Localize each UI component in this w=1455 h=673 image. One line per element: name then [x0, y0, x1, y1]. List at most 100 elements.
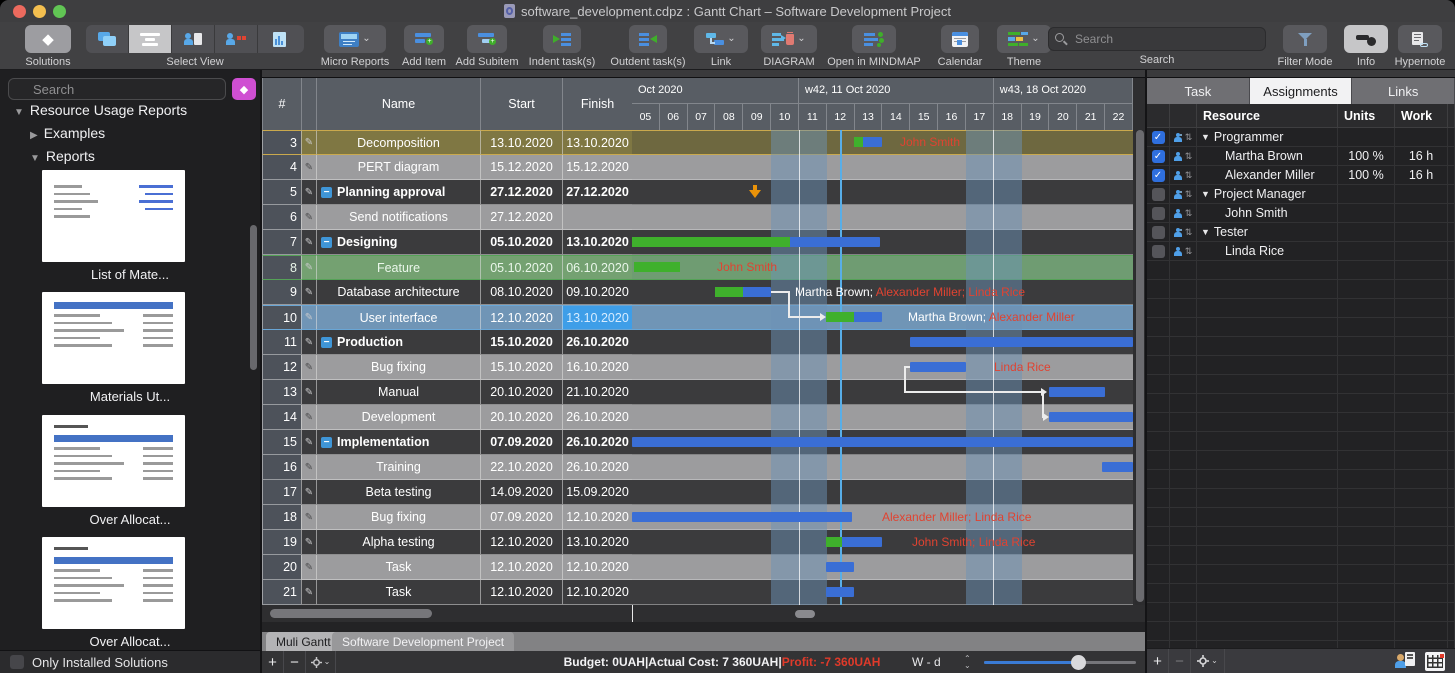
zoom-slider-knob[interactable] [1071, 655, 1086, 670]
gantt-bar[interactable] [632, 437, 1133, 447]
empty-resource-row[interactable] [1147, 603, 1455, 622]
empty-resource-row[interactable] [1147, 622, 1455, 641]
task-finish-cell[interactable]: 13.10.2020 [562, 530, 632, 555]
task-start-cell[interactable]: 14.09.2020 [480, 480, 562, 505]
task-finish-cell[interactable] [562, 205, 632, 230]
task-name-cell[interactable]: −Production [316, 330, 480, 355]
add-item-button[interactable]: + Add Item [396, 25, 452, 68]
day-cell[interactable]: 09 [743, 104, 771, 130]
task-start-cell[interactable]: 15.10.2020 [480, 355, 562, 380]
resource-row[interactable]: ⇅Linda Rice [1147, 242, 1455, 261]
resource-work-cell[interactable]: 16 h [1395, 147, 1448, 165]
sort-arrows-icon[interactable]: ⇅ [1185, 227, 1193, 238]
task-finish-cell[interactable]: 12.10.2020 [562, 505, 632, 530]
resource-name-cell[interactable]: Alexander Miller [1197, 166, 1338, 184]
resource-name-cell[interactable]: John Smith [1197, 204, 1338, 222]
add-subitem-button[interactable]: + Add Subitem [452, 25, 522, 68]
gantt-bar[interactable] [715, 287, 771, 297]
task-name-cell[interactable]: Manual [316, 380, 480, 405]
day-cell[interactable]: 08 [715, 104, 743, 130]
resource-name-cell[interactable]: ▼Tester [1197, 223, 1338, 241]
sidebar-tree-item-examples[interactable]: ▶Examples [30, 125, 105, 141]
task-finish-cell[interactable]: 26.10.2020 [562, 430, 632, 455]
task-finish-cell[interactable]: 09.10.2020 [562, 280, 632, 305]
task-name-cell[interactable]: Feature [316, 255, 480, 280]
tab-assignments[interactable]: Assignments [1250, 78, 1353, 104]
col-resource[interactable]: Resource [1197, 104, 1338, 127]
empty-resource-row[interactable] [1147, 299, 1455, 318]
resource-checkbox[interactable] [1152, 226, 1165, 239]
resource-checkbox[interactable] [1152, 207, 1165, 220]
task-name-cell[interactable]: User interface [316, 305, 480, 330]
task-start-cell[interactable]: 22.10.2020 [480, 455, 562, 480]
col-header-num[interactable]: # [262, 78, 301, 130]
resource-sheet-button[interactable] [1397, 652, 1419, 671]
day-cell[interactable]: 19 [1022, 104, 1050, 130]
remove-resource-button[interactable]: − [1169, 649, 1191, 673]
report-thumbnail[interactable] [42, 170, 185, 262]
table-row[interactable]: 20✎Task12.10.202012.10.2020 [262, 555, 632, 580]
task-start-cell[interactable]: 20.10.2020 [480, 380, 562, 405]
empty-resource-row[interactable] [1147, 546, 1455, 565]
empty-resource-row[interactable] [1147, 489, 1455, 508]
empty-resource-row[interactable] [1147, 432, 1455, 451]
resource-row[interactable]: ⇅▼Project Manager [1147, 185, 1455, 204]
gantt-bar[interactable] [632, 237, 880, 247]
task-finish-cell[interactable]: 21.10.2020 [562, 380, 632, 405]
sidebar-tree-item-reports[interactable]: ▼Reports [30, 148, 95, 164]
disclosure-triangle-icon[interactable]: ▼ [30, 153, 40, 164]
calendar-grid-button[interactable] [1425, 652, 1445, 671]
col-work[interactable]: Work [1395, 104, 1448, 127]
milestone-arrow-icon[interactable] [749, 190, 761, 198]
search-input[interactable] [1048, 27, 1266, 51]
empty-resource-row[interactable] [1147, 565, 1455, 584]
empty-resource-row[interactable] [1147, 584, 1455, 603]
timeline-hscroll-thumb[interactable] [795, 610, 815, 618]
day-cell[interactable]: 05 [632, 104, 660, 130]
resource-units-cell[interactable]: 100 % [1338, 166, 1395, 184]
filter-mode-button[interactable]: Filter Mode [1272, 25, 1338, 68]
view-resource-list-button[interactable] [172, 25, 215, 53]
sort-arrows-icon[interactable]: ⇅ [1185, 151, 1193, 162]
empty-resource-row[interactable] [1147, 470, 1455, 489]
empty-resource-row[interactable] [1147, 413, 1455, 432]
day-cell[interactable]: 10 [771, 104, 799, 130]
table-hscroll-thumb[interactable] [270, 609, 432, 618]
empty-resource-row[interactable] [1147, 337, 1455, 356]
task-name-cell[interactable]: −Planning approval [316, 180, 480, 205]
table-row[interactable]: 5✎−Planning approval27.12.202027.12.2020 [262, 180, 632, 205]
resource-checkbox[interactable] [1152, 245, 1165, 258]
view-report-button[interactable] [258, 25, 301, 53]
task-name-cell[interactable]: Database architecture [316, 280, 480, 305]
empty-resource-row[interactable] [1147, 451, 1455, 470]
task-start-cell[interactable]: 08.10.2020 [480, 280, 562, 305]
disclosure-triangle-icon[interactable]: ▼ [1201, 189, 1210, 199]
empty-resource-row[interactable] [1147, 318, 1455, 337]
disclosure-triangle-icon[interactable]: ▼ [14, 107, 24, 118]
resource-options-button[interactable]: ⌄ [1191, 649, 1225, 673]
disclosure-triangle-icon[interactable]: ▼ [1201, 227, 1210, 237]
day-cell[interactable]: 16 [938, 104, 966, 130]
table-row[interactable]: 13✎Manual20.10.202021.10.2020 [262, 380, 632, 405]
collapse-icon[interactable]: − [321, 237, 332, 248]
report-thumbnail[interactable] [42, 415, 185, 507]
task-start-cell[interactable]: 12.10.2020 [480, 530, 562, 555]
day-cell[interactable]: 13 [855, 104, 883, 130]
table-row[interactable]: 6✎Send notifications27.12.2020 [262, 205, 632, 230]
resource-checkbox[interactable]: ✓ [1152, 169, 1165, 182]
row-options-button[interactable]: ⌄ [306, 651, 336, 673]
resource-name-cell[interactable]: Martha Brown [1197, 147, 1338, 165]
resource-units-cell[interactable] [1338, 185, 1395, 203]
document-tab-inactive[interactable]: Software Development Project [332, 632, 514, 651]
empty-resource-row[interactable] [1147, 261, 1455, 280]
gantt-bar[interactable] [634, 262, 680, 272]
task-name-cell[interactable]: −Designing [316, 230, 480, 255]
task-finish-cell[interactable]: 12.10.2020 [562, 580, 632, 605]
resource-work-cell[interactable] [1395, 242, 1448, 260]
table-row[interactable]: 17✎Beta testing14.09.202015.09.2020 [262, 480, 632, 505]
disclosure-triangle-icon[interactable]: ▼ [1201, 132, 1210, 142]
disclosure-triangle-icon[interactable]: ▶ [30, 130, 38, 141]
task-finish-cell[interactable]: 26.10.2020 [562, 330, 632, 355]
task-start-cell[interactable]: 05.10.2020 [480, 230, 562, 255]
scale-stepper[interactable]: ⌃⌄ [964, 655, 971, 669]
